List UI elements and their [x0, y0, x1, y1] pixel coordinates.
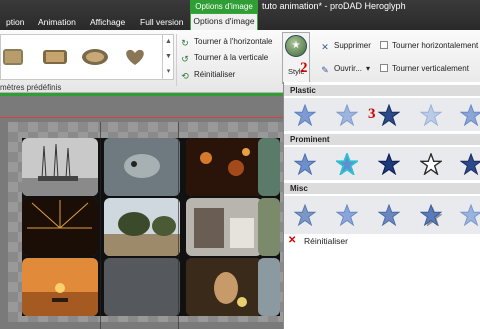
tab-full-version[interactable]: Full version — [134, 14, 189, 30]
gallery-down-icon[interactable]: ▼ — [163, 49, 174, 64]
guide-line — [100, 122, 101, 329]
photo-partial-3[interactable] — [258, 258, 280, 316]
checkbox-icon — [380, 41, 388, 49]
style-prominent-5-icon[interactable] — [460, 153, 480, 175]
photo-night-crowd[interactable] — [186, 138, 262, 196]
flip-vertical-checkbox[interactable]: Tourner verticalement — [380, 63, 469, 75]
reset-style-button[interactable]: ✕ Réinitialiser — [284, 234, 480, 248]
style-plastic-5-icon[interactable] — [460, 104, 480, 126]
style-plastic-4-icon[interactable] — [420, 104, 442, 126]
section-header-prominent: Prominent — [284, 134, 480, 145]
style-plastic-1-icon[interactable] — [294, 104, 316, 126]
style-plastic-2-icon[interactable] — [336, 104, 358, 126]
photo-sunset-boat[interactable] — [22, 258, 98, 316]
photo-collage[interactable] — [22, 138, 280, 316]
rotate-horizontal-icon: ↻ — [181, 38, 189, 48]
style-row-misc — [284, 196, 480, 234]
photo-park-trees[interactable] — [104, 198, 180, 256]
style-misc-3-icon[interactable] — [378, 204, 400, 226]
tab-animation[interactable]: Animation — [32, 14, 82, 30]
section-header-plastic: Plastic — [284, 85, 480, 96]
style-plastic-3-icon[interactable] — [378, 104, 400, 126]
window-title: tuto animation* - proDAD Heroglyph — [262, 1, 406, 11]
photo-partial-2[interactable] — [258, 198, 280, 256]
flip-horizontal-checkbox[interactable]: Tourner horizontalement — [380, 40, 478, 52]
gallery-up-icon[interactable]: ▲ — [163, 34, 174, 49]
reset-icon: ⟲ — [181, 71, 189, 81]
annotation-number-2: 2 — [300, 60, 308, 76]
rotate-vertical-button[interactable]: ↺ Tourner à la verticale — [180, 52, 268, 64]
preset-gallery[interactable] — [0, 34, 174, 80]
style-misc-4-icon[interactable] — [420, 204, 442, 226]
open-button[interactable]: ✎ Ouvrir... ▾ — [320, 63, 370, 75]
style-row-prominent — [284, 147, 480, 180]
photo-partial-1[interactable] — [258, 138, 280, 196]
open-icon: ✎ — [321, 65, 329, 75]
style-prominent-4-icon[interactable] — [420, 153, 442, 175]
rotate-horizontal-button[interactable]: ↻ Tourner à l'horizontale — [180, 36, 272, 48]
tab-options-image[interactable]: Options d'image — [190, 13, 258, 30]
style-row-plastic: 3 — [284, 98, 480, 131]
style-prominent-2-icon[interactable] — [336, 153, 358, 175]
style-misc-5-icon[interactable] — [460, 204, 480, 226]
gallery-scroll[interactable]: ▲ ▼ ▾ — [162, 34, 174, 80]
title-bar: ption Animation Affichage Full version O… — [0, 0, 480, 30]
ribbon-group-label: mètres prédéfinis — [0, 83, 62, 92]
style-dropdown: Plastic 3 Prominent Misc ✕ Réinitialiser — [283, 82, 480, 329]
timeline-marker — [0, 117, 283, 118]
rotate-vertical-icon: ↺ — [181, 54, 189, 64]
preset-thumb-2[interactable] — [41, 47, 69, 67]
annotation-number-3: 3 — [368, 106, 376, 122]
style-prominent-3-icon[interactable] — [378, 153, 400, 175]
reset-x-icon: ✕ — [288, 235, 297, 246]
ribbon-separator — [176, 34, 177, 86]
delete-button[interactable]: ✕ Supprimer — [320, 40, 371, 52]
context-tab-header: Options d'image — [190, 0, 258, 14]
preset-thumb-4[interactable] — [121, 47, 149, 67]
photo-fireworks[interactable] — [22, 198, 98, 256]
preset-thumb-3[interactable] — [81, 47, 109, 67]
tab-option[interactable]: ption — [0, 14, 30, 30]
section-header-misc: Misc — [284, 183, 480, 194]
tab-affichage[interactable]: Affichage — [84, 14, 131, 30]
checkbox-icon — [380, 64, 388, 72]
photo-interior[interactable] — [186, 198, 262, 256]
style-misc-1-icon[interactable] — [294, 204, 316, 226]
delete-icon: ✕ — [321, 42, 329, 52]
photo-animal[interactable] — [104, 138, 180, 196]
style-prominent-1-icon[interactable] — [294, 153, 316, 175]
photo-tall-ship[interactable] — [22, 138, 98, 196]
style-misc-2-icon[interactable] — [336, 204, 358, 226]
style-icon: ★ — [285, 35, 307, 57]
reset-rotation-button[interactable]: ⟲ Réinitialiser — [180, 69, 235, 81]
photo-portrait[interactable] — [186, 258, 262, 316]
photo-empty-slot[interactable] — [104, 258, 180, 316]
open-dropdown-icon[interactable]: ▾ — [366, 64, 370, 73]
preset-thumb-1[interactable] — [3, 47, 31, 67]
gallery-more-icon[interactable]: ▾ — [163, 64, 174, 79]
guide-line — [178, 122, 179, 329]
